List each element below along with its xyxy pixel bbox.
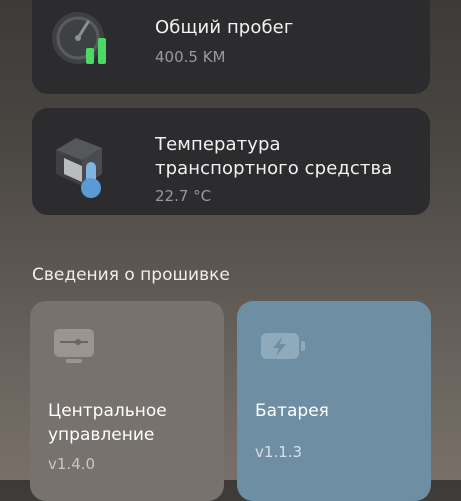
speedometer-gauge-icon <box>50 10 114 72</box>
firmware-section-title: Сведения о прошивке <box>32 265 230 285</box>
temperature-value: 22.7 °C <box>155 187 212 205</box>
battery-tile[interactable]: Батарея v1.1.3 <box>237 301 431 501</box>
mileage-value: 400.5 KM <box>155 48 226 66</box>
central-control-tile[interactable]: Центральное управление v1.4.0 <box>30 301 224 501</box>
vehicle-temperature-card[interactable]: Температура транспортного средства 22.7 … <box>32 108 430 215</box>
battery-version: v1.1.3 <box>255 443 303 461</box>
total-mileage-card[interactable]: Общий пробег 400.5 KM <box>32 0 430 94</box>
battery-title: Батарея <box>255 401 329 421</box>
mileage-title: Общий пробег <box>155 17 294 38</box>
central-control-title: Центральное управление <box>48 401 167 445</box>
vehicle-thermometer-icon <box>50 128 114 200</box>
battery-charging-icon <box>259 327 307 367</box>
temperature-title: Температура транспортного средства <box>155 134 393 179</box>
controller-board-icon <box>52 327 100 367</box>
central-control-version: v1.4.0 <box>48 455 96 473</box>
